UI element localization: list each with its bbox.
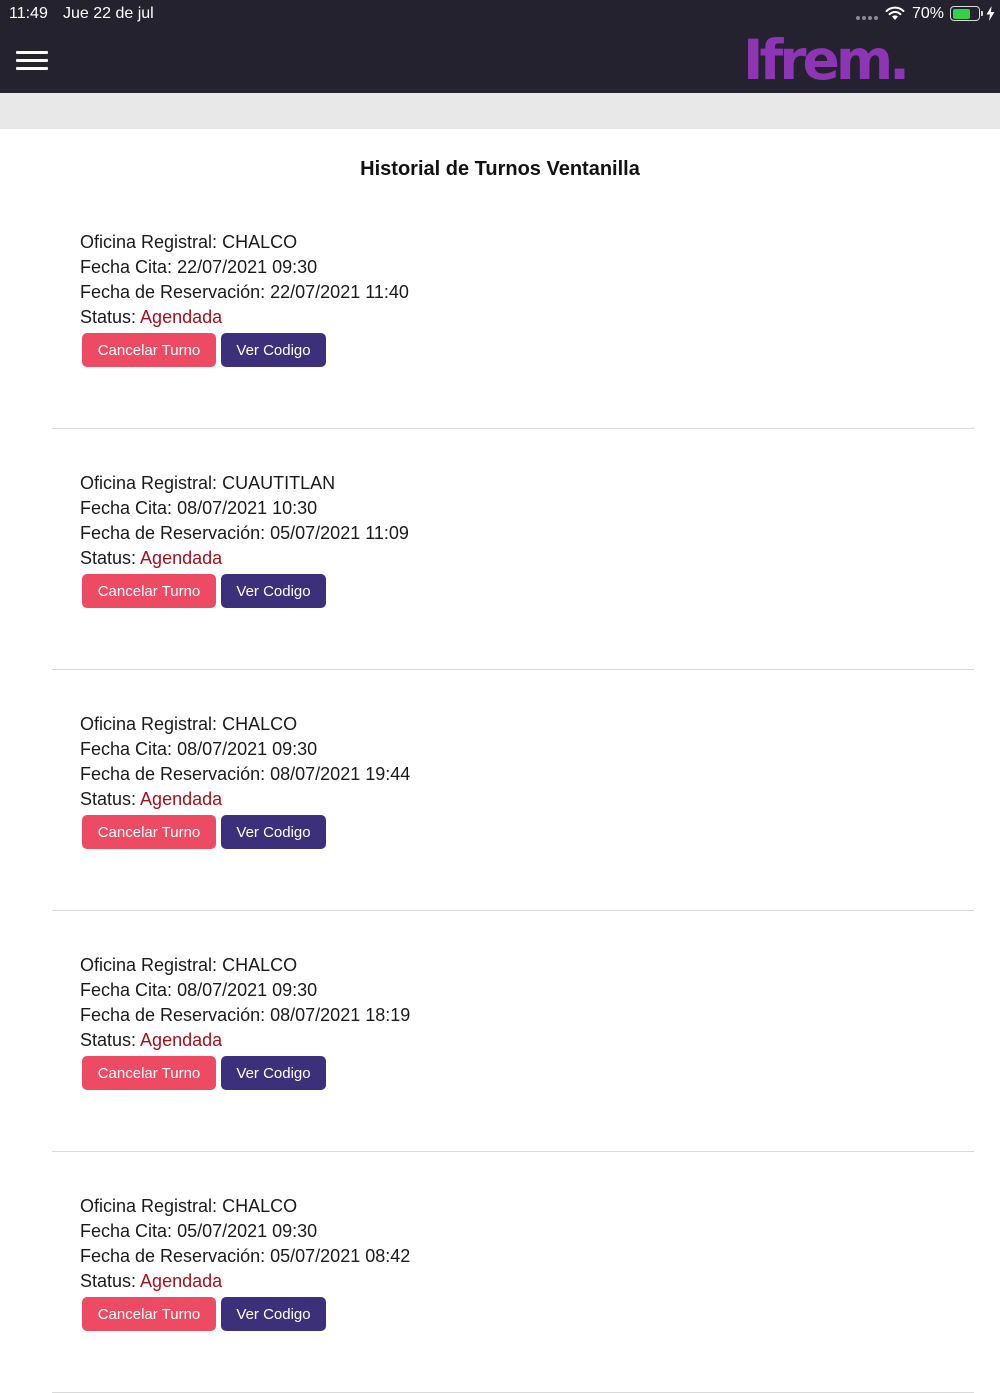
status-label: Status: xyxy=(80,548,137,568)
turno-card: Oficina Registral: CHALCO Fecha Cita: 05… xyxy=(52,1152,974,1393)
oficina-row: Oficina Registral: CHALCO xyxy=(80,712,410,737)
battery-level xyxy=(952,8,970,19)
oficina-value: CHALCO xyxy=(222,714,298,734)
fecha-reservacion-row: Fecha de Reservación: 08/07/2021 18:19 xyxy=(80,1003,410,1028)
battery-tip xyxy=(981,11,983,16)
ifrem-logo: Ifrem. xyxy=(743,28,910,92)
page-title: Historial de Turnos Ventanilla xyxy=(360,158,640,180)
cancel-turno-button[interactable]: Cancelar Turno xyxy=(82,1056,216,1090)
status-row: Status: Agendada xyxy=(80,305,409,330)
oficina-value: CUAUTITLAN xyxy=(222,473,336,493)
fecha-cita-row: Fecha Cita: 05/07/2021 09:30 xyxy=(80,1219,410,1244)
status-row: Status: Agendada xyxy=(80,1028,410,1053)
status-bar: 11:49 Jue 22 de jul 70% xyxy=(0,0,1000,28)
fecha-reservacion-row: Fecha de Reservación: 22/07/2021 11:40 xyxy=(80,280,409,305)
fecha-reservacion-row: Fecha de Reservación: 08/07/2021 19:44 xyxy=(80,762,410,787)
turno-details: Oficina Registral: CHALCO Fecha Cita: 08… xyxy=(80,712,410,812)
status-value: Agendada xyxy=(140,307,223,327)
fecha-cita-value: 08/07/2021 09:30 xyxy=(177,739,318,759)
turno-card: Oficina Registral: CUAUTITLAN Fecha Cita… xyxy=(52,429,974,670)
fecha-reservacion-row: Fecha de Reservación: 05/07/2021 08:42 xyxy=(80,1244,410,1269)
ver-codigo-button[interactable]: Ver Codigo xyxy=(221,574,326,608)
fecha-cita-row: Fecha Cita: 08/07/2021 10:30 xyxy=(80,496,409,521)
oficina-row: Oficina Registral: CHALCO xyxy=(80,953,410,978)
status-time: 11:49 xyxy=(9,5,48,22)
oficina-label: Oficina Registral: xyxy=(80,714,218,734)
fecha-cita-value: 05/07/2021 09:30 xyxy=(177,1221,318,1241)
fecha-reservacion-label: Fecha de Reservación: xyxy=(80,523,266,543)
status-value: Agendada xyxy=(140,1271,223,1291)
cancel-turno-button[interactable]: Cancelar Turno xyxy=(82,574,216,608)
oficina-value: CHALCO xyxy=(222,1196,298,1216)
fecha-cita-value: 08/07/2021 09:30 xyxy=(177,980,318,1000)
charging-bolt-icon xyxy=(986,6,995,21)
status-row: Status: Agendada xyxy=(80,546,409,571)
fecha-reservacion-value: 22/07/2021 11:40 xyxy=(270,282,409,302)
oficina-label: Oficina Registral: xyxy=(80,473,218,493)
battery-icon xyxy=(950,6,980,21)
fecha-cita-row: Fecha Cita: 08/07/2021 09:30 xyxy=(80,737,410,762)
fecha-cita-value: 22/07/2021 09:30 xyxy=(177,257,318,277)
hamburger-menu-button[interactable] xyxy=(16,51,48,71)
oficina-label: Oficina Registral: xyxy=(80,955,218,975)
turno-details: Oficina Registral: CHALCO Fecha Cita: 08… xyxy=(80,953,410,1053)
fecha-cita-row: Fecha Cita: 08/07/2021 09:30 xyxy=(80,978,410,1003)
cancel-turno-button[interactable]: Cancelar Turno xyxy=(82,333,216,367)
ver-codigo-button[interactable]: Ver Codigo xyxy=(221,333,326,367)
oficina-value: CHALCO xyxy=(222,955,298,975)
fecha-reservacion-value: 08/07/2021 18:19 xyxy=(270,1005,411,1025)
fecha-cita-row: Fecha Cita: 22/07/2021 09:30 xyxy=(80,255,409,280)
fecha-reservacion-value: 08/07/2021 19:44 xyxy=(270,764,411,784)
fecha-reservacion-row: Fecha de Reservación: 05/07/2021 11:09 xyxy=(80,521,409,546)
fecha-cita-label: Fecha Cita: xyxy=(80,257,173,277)
oficina-label: Oficina Registral: xyxy=(80,1196,218,1216)
status-label: Status: xyxy=(80,1030,137,1050)
app-header: 11:49 Jue 22 de jul 70% Ifrem. xyxy=(0,0,1000,93)
status-value: Agendada xyxy=(140,789,223,809)
fecha-cita-label: Fecha Cita: xyxy=(80,980,173,1000)
turno-card: Oficina Registral: CHALCO Fecha Cita: 22… xyxy=(52,188,974,429)
cancel-turno-button[interactable]: Cancelar Turno xyxy=(82,1297,216,1331)
status-row: Status: Agendada xyxy=(80,787,410,812)
turno-details: Oficina Registral: CHALCO Fecha Cita: 05… xyxy=(80,1194,410,1294)
cancel-turno-button[interactable]: Cancelar Turno xyxy=(82,815,216,849)
cellular-signal-icon xyxy=(856,16,878,20)
status-value: Agendada xyxy=(140,1030,223,1050)
status-label: Status: xyxy=(80,789,137,809)
status-value: Agendada xyxy=(140,548,223,568)
ver-codigo-button[interactable]: Ver Codigo xyxy=(221,1056,326,1090)
wifi-icon xyxy=(885,6,905,20)
oficina-row: Oficina Registral: CHALCO xyxy=(80,1194,410,1219)
oficina-value: CHALCO xyxy=(222,232,298,252)
status-row: Status: Agendada xyxy=(80,1269,410,1294)
oficina-row: Oficina Registral: CUAUTITLAN xyxy=(80,471,409,496)
fecha-cita-label: Fecha Cita: xyxy=(80,1221,173,1241)
battery-percentage: 70% xyxy=(912,5,945,22)
status-label: Status: xyxy=(80,1271,137,1291)
fecha-reservacion-value: 05/07/2021 11:09 xyxy=(270,523,409,543)
ver-codigo-button[interactable]: Ver Codigo xyxy=(221,815,326,849)
fecha-reservacion-label: Fecha de Reservación: xyxy=(80,282,266,302)
fecha-reservacion-value: 05/07/2021 08:42 xyxy=(270,1246,411,1266)
fecha-reservacion-label: Fecha de Reservación: xyxy=(80,1246,266,1266)
fecha-cita-label: Fecha Cita: xyxy=(80,498,173,518)
oficina-row: Oficina Registral: CHALCO xyxy=(80,230,409,255)
turno-details: Oficina Registral: CUAUTITLAN Fecha Cita… xyxy=(80,471,409,571)
oficina-label: Oficina Registral: xyxy=(80,232,218,252)
subheader-band xyxy=(0,93,1000,129)
fecha-reservacion-label: Fecha de Reservación: xyxy=(80,764,266,784)
ver-codigo-button[interactable]: Ver Codigo xyxy=(221,1297,326,1331)
turno-details: Oficina Registral: CHALCO Fecha Cita: 22… xyxy=(80,230,409,330)
fecha-reservacion-label: Fecha de Reservación: xyxy=(80,1005,266,1025)
status-date: Jue 22 de jul xyxy=(63,5,154,22)
turno-card: Oficina Registral: CHALCO Fecha Cita: 08… xyxy=(52,911,974,1152)
fecha-cita-value: 08/07/2021 10:30 xyxy=(177,498,318,518)
fecha-cita-label: Fecha Cita: xyxy=(80,739,173,759)
status-label: Status: xyxy=(80,307,137,327)
turno-card: Oficina Registral: CHALCO Fecha Cita: 08… xyxy=(52,670,974,911)
